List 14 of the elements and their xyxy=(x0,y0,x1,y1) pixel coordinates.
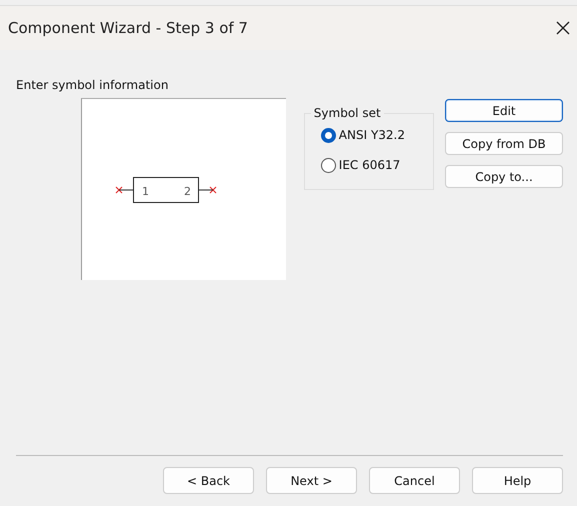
radio-option[interactable]: IEC 60617 xyxy=(320,150,433,180)
window-title: Component Wizard - Step 3 of 7 xyxy=(8,19,248,37)
side-button[interactable]: Edit xyxy=(445,99,563,122)
close-icon[interactable] xyxy=(556,21,570,35)
footer-button[interactable]: Help xyxy=(472,467,563,494)
footer-button[interactable]: Next > xyxy=(266,467,357,494)
component-symbol-drawing: 1 2 xyxy=(114,174,218,204)
side-button[interactable]: Copy to... xyxy=(445,165,563,188)
side-button[interactable]: Copy from DB xyxy=(445,132,563,155)
footer-button[interactable]: Cancel xyxy=(369,467,460,494)
prompt-label: Enter symbol information xyxy=(16,78,170,92)
footer-button[interactable]: < Back xyxy=(163,467,254,494)
group-label: Symbol set xyxy=(312,106,382,120)
radio-option[interactable]: ANSI Y32.2 xyxy=(320,120,433,150)
